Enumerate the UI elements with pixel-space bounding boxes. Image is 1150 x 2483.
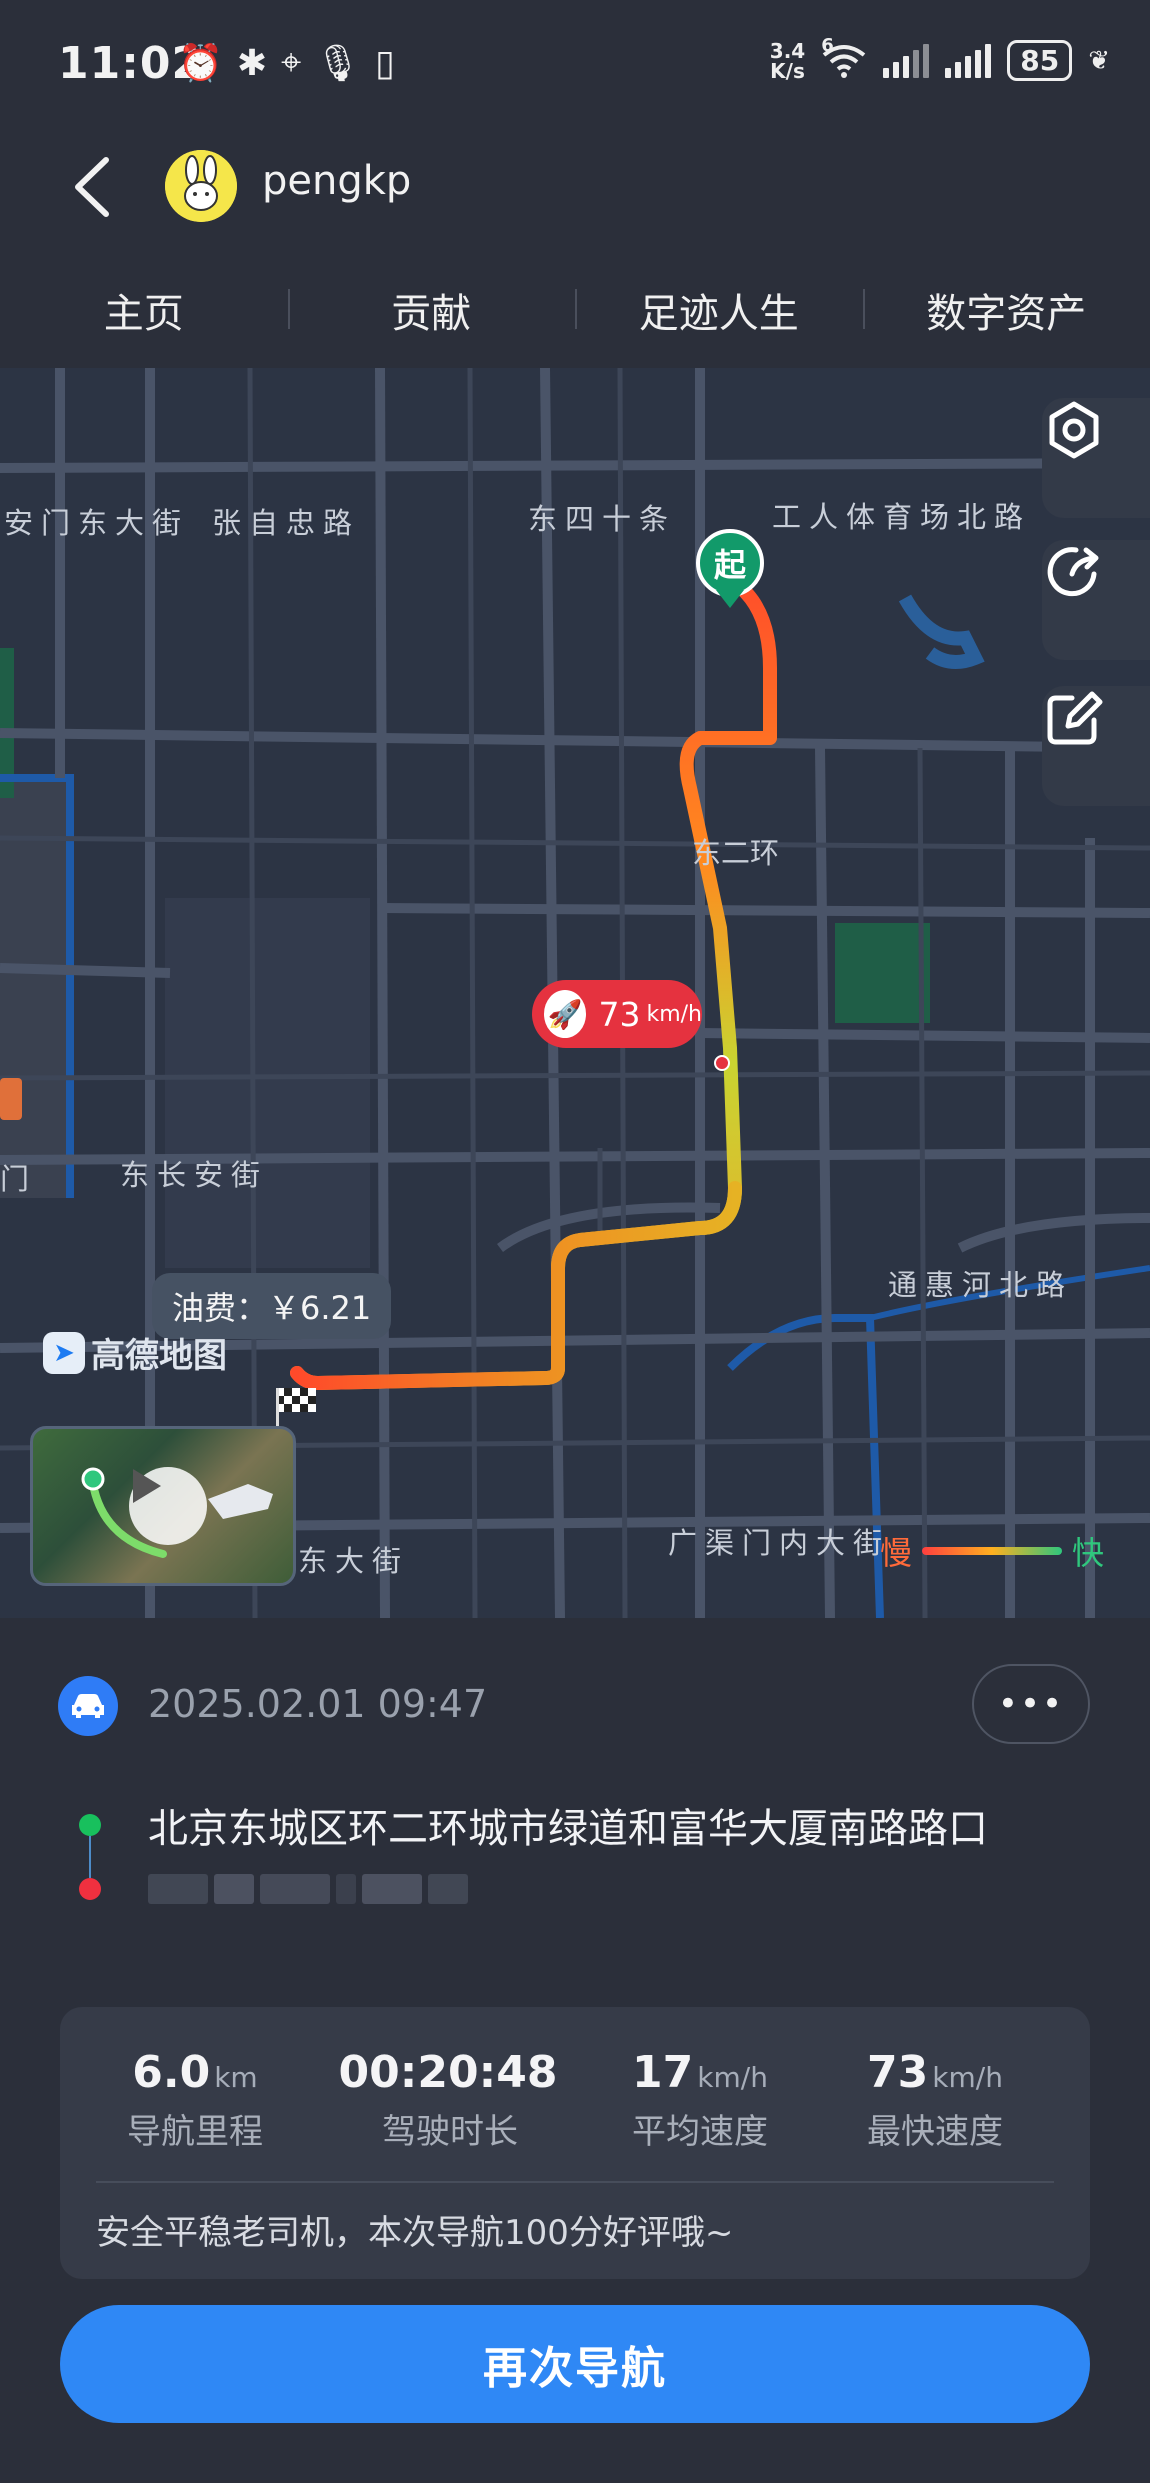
- trip-header: 2025.02.01 09:47 •••: [0, 1660, 1150, 1750]
- start-marker-label: 起: [713, 546, 746, 584]
- map-label-guangqumen: 广渠门内大街: [668, 1526, 891, 1560]
- map-water: [727, 1314, 884, 1618]
- stat-max-speed: 73 km/h 最快速度: [815, 2047, 1055, 2153]
- trip-comment: 安全平稳老司机，本次导航100分好评哦~: [96, 2213, 734, 2253]
- share-icon: [1047, 547, 1099, 597]
- share-button[interactable]: [1042, 540, 1150, 660]
- route-addresses: 北京东城区环二环城市绿道和富华大厦南路路口: [0, 1790, 1150, 1930]
- status-icons-left: ⏰ ✱ ⌖ 🎙 ▯: [178, 42, 395, 84]
- wifi-icon: 6: [821, 35, 867, 79]
- end-address-redacted: [148, 1862, 488, 1914]
- stat-unit: km/h: [932, 2061, 1003, 2094]
- signal-icon-2: [945, 43, 992, 78]
- map-water: [898, 594, 985, 669]
- trip-stats-card: 6.0 km 导航里程 00:20:48 驾驶时长 17 km/h 平均速度 73 k…: [60, 2007, 1090, 2279]
- route-connector: [89, 1836, 91, 1878]
- stat-avg-speed: 17 km/h 平均速度: [580, 2047, 820, 2153]
- hexagon-settings-icon: [1049, 401, 1099, 459]
- map-label-dongsi-shitiao: 东四十条: [528, 502, 677, 536]
- username[interactable]: pengkp: [262, 158, 411, 204]
- avatar[interactable]: [165, 150, 237, 222]
- amap-logo-text: 高德地图: [91, 1336, 227, 1376]
- legend-slow-label: 慢: [880, 1534, 913, 1572]
- map-label-men: 门: [0, 1162, 38, 1196]
- divider: [96, 2181, 1054, 2183]
- vibrate-icon: ▯: [374, 42, 395, 84]
- play-icon: [133, 1469, 161, 1503]
- map-label-dong-er-huan: 东二环: [692, 836, 780, 870]
- stat-label: 最快速度: [867, 2112, 1003, 2152]
- legend-fast-label: 快: [1072, 1534, 1105, 1572]
- alarm-icon: ⏰: [178, 43, 223, 84]
- end-dot-icon: [79, 1878, 101, 1900]
- stat-distance: 6.0 km 导航里程: [75, 2047, 315, 2153]
- stat-unit: km/h: [697, 2061, 768, 2094]
- network-speed: 3.4 K/s: [770, 41, 805, 81]
- max-speed-bubble[interactable]: 🚀 73 km/h: [532, 980, 702, 1048]
- map-label-anmen: 安门东大街: [4, 506, 190, 540]
- stat-label: 导航里程: [127, 2112, 263, 2152]
- stat-value: 73: [867, 2047, 929, 2098]
- bunny-avatar-icon: [165, 150, 237, 222]
- chevron-left-icon: [75, 157, 109, 217]
- max-speed-point: [714, 1055, 730, 1071]
- battery-indicator: 85: [1007, 40, 1073, 81]
- route-video-thumbnail[interactable]: [30, 1426, 296, 1586]
- tab-digital-assets[interactable]: 数字资产: [862, 265, 1150, 355]
- amap-logo-icon: ➤: [43, 1331, 85, 1374]
- stat-label: 平均速度: [632, 2112, 768, 2152]
- stat-value: 00:20:48: [338, 2047, 558, 2098]
- max-speed-value: 73: [598, 994, 641, 1034]
- location-icon: ⌖: [281, 42, 302, 83]
- tab-footprint[interactable]: 足迹人生: [575, 265, 863, 355]
- status-right: 3.4 K/s 6 85 ❦: [770, 35, 1110, 81]
- max-speed-unit: km/h: [646, 1001, 702, 1027]
- map-label-dongdajie: 东大街: [298, 1544, 410, 1578]
- play-button[interactable]: [129, 1467, 207, 1545]
- car-icon: [58, 1676, 118, 1736]
- stat-value: 6.0: [132, 2047, 211, 2098]
- start-address: 北京东城区环二环城市绿道和富华大厦南路路口: [148, 1806, 988, 1852]
- edit-icon: [1047, 691, 1103, 745]
- stat-value: 17: [632, 2047, 694, 2098]
- back-button[interactable]: [64, 152, 124, 222]
- microphone-icon: 🎙: [315, 43, 361, 84]
- speed-legend: 慢 快: [880, 1528, 1104, 1574]
- map-label-dong-changan: 东长安街: [120, 1158, 269, 1192]
- network-speed-unit: K/s: [770, 58, 805, 83]
- network-speed-value: 3.4: [769, 38, 806, 63]
- amap-logo: ➤ 高德地图: [43, 1328, 227, 1377]
- tab-home[interactable]: 主页: [0, 265, 288, 355]
- stat-label: 驾驶时长: [382, 2112, 518, 2152]
- poi-icon: [0, 1078, 22, 1120]
- leaf-icon: ❦: [1088, 45, 1110, 76]
- stat-unit: km: [214, 2061, 258, 2094]
- map-label-tonghuihe: 通惠河北路: [888, 1268, 1074, 1302]
- more-button[interactable]: •••: [972, 1664, 1090, 1744]
- map-label-zhangzizhong: 张自忠路: [212, 506, 361, 540]
- tab-bar: 主页 贡献 足迹人生 数字资产: [0, 265, 1150, 355]
- bluetooth-icon: ✱: [236, 42, 267, 84]
- settings-button[interactable]: [1042, 398, 1150, 518]
- trip-date: 2025.02.01 09:47: [148, 1682, 488, 1726]
- map-park: [835, 923, 930, 1023]
- map-label-gongti: 工人体育场北路: [772, 500, 1032, 534]
- stat-duration: 00:20:48 驾驶时长: [330, 2047, 570, 2153]
- edit-button[interactable]: [1042, 686, 1150, 806]
- legend-gradient-bar: [922, 1547, 1063, 1555]
- navigate-again-button[interactable]: 再次导航: [60, 2305, 1090, 2423]
- status-bar: 11:02 ⏰ ✱ ⌖ 🎙 ▯ 3.4 K/s 6 85 ❦: [0, 0, 1150, 130]
- signal-icon: [883, 43, 930, 78]
- map-block: [165, 898, 370, 1268]
- start-dot-icon: [79, 1814, 101, 1836]
- header: pengkp: [0, 130, 1150, 240]
- rocket-icon: 🚀: [544, 990, 587, 1038]
- route-map[interactable]: 起 安门东大街 张自忠路 东四十条 工人体育场北路 东二环 门 东长安街 通惠河…: [0, 368, 1150, 1618]
- wifi-label: 6: [821, 34, 834, 56]
- tab-contribution[interactable]: 贡献: [287, 265, 576, 355]
